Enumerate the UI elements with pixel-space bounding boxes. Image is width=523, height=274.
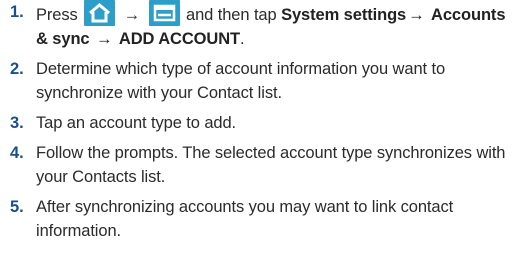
- step-text: Follow the prompts. The selected account…: [36, 144, 506, 186]
- step-5: 5. After synchronizing accounts you may …: [0, 195, 523, 243]
- step-3: 3. Tap an account type to add.: [0, 111, 523, 135]
- step-number: 4.: [10, 144, 24, 162]
- step-text: Determine which type of account informat…: [36, 60, 446, 102]
- step-text: After synchronizing accounts you may wan…: [36, 198, 454, 240]
- instruction-steps: 1. Press → and then tap System settings →…: [0, 0, 523, 243]
- path-add-account: ADD ACCOUNT: [118, 30, 241, 48]
- step-4: 4. Follow the prompts. The selected acco…: [0, 141, 523, 189]
- step-number: 5.: [10, 198, 24, 216]
- step-text: Tap an account type to add.: [36, 114, 237, 132]
- step-number: 3.: [10, 114, 24, 132]
- menu-icon: [148, 0, 180, 26]
- arrow-2: →: [408, 6, 425, 24]
- arrow-3: →: [96, 30, 113, 48]
- period: .: [240, 30, 245, 48]
- step-number: 2.: [10, 60, 24, 78]
- home-icon: [84, 0, 116, 26]
- path-system-settings: System settings: [281, 6, 407, 24]
- step-2: 2. Determine which type of account infor…: [0, 57, 523, 105]
- press-text: Press: [36, 6, 78, 24]
- then-tap-text: and then tap: [186, 6, 277, 24]
- step-1: 1. Press → and then tap System settings →…: [0, 0, 523, 51]
- arrow-1: →: [123, 6, 141, 24]
- step-number: 1.: [10, 3, 24, 21]
